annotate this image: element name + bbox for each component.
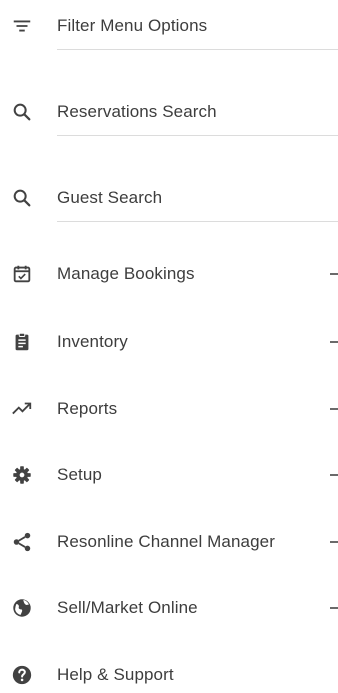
menu-item-label: Resonline Channel Manager bbox=[57, 532, 275, 551]
search-icon bbox=[10, 100, 34, 124]
menu-item-setup[interactable]: Setup bbox=[0, 457, 338, 493]
menu-item-manage-bookings[interactable]: Manage Bookings bbox=[0, 256, 338, 292]
menu-item-inventory[interactable]: Inventory bbox=[0, 324, 338, 360]
filter-menu-label: Filter Menu Options bbox=[57, 16, 208, 35]
share-icon bbox=[10, 530, 34, 554]
expand-icon[interactable] bbox=[330, 408, 338, 410]
calendar-check-icon bbox=[10, 262, 34, 286]
expand-icon[interactable] bbox=[330, 474, 338, 476]
expand-icon[interactable] bbox=[330, 273, 338, 275]
menu-item-channel-manager[interactable]: Resonline Channel Manager bbox=[0, 524, 338, 560]
filter-divider bbox=[57, 49, 338, 50]
expand-icon[interactable] bbox=[330, 341, 338, 343]
guest-search-label: Guest Search bbox=[57, 188, 163, 207]
reservations-search-label: Reservations Search bbox=[57, 102, 217, 121]
guest-search-divider bbox=[57, 221, 338, 222]
help-icon bbox=[10, 663, 34, 687]
expand-icon[interactable] bbox=[330, 541, 338, 543]
menu-item-sell-market-online[interactable]: Sell/Market Online bbox=[0, 590, 338, 626]
globe-icon bbox=[10, 596, 34, 620]
menu-item-reports[interactable]: Reports bbox=[0, 391, 338, 427]
gear-icon bbox=[10, 463, 34, 487]
menu-item-label: Help & Support bbox=[57, 665, 174, 684]
menu-item-label: Manage Bookings bbox=[57, 264, 195, 283]
sidebar-menu: Filter Menu Options Reservations Search … bbox=[0, 0, 338, 685]
reservations-search-divider bbox=[57, 135, 338, 136]
menu-item-label: Sell/Market Online bbox=[57, 598, 198, 617]
expand-icon[interactable] bbox=[330, 607, 338, 609]
search-icon bbox=[10, 186, 34, 210]
menu-item-label: Setup bbox=[57, 465, 102, 484]
filter-icon bbox=[10, 14, 34, 38]
trending-up-icon bbox=[10, 397, 34, 421]
reservations-search-input[interactable]: Reservations Search bbox=[0, 94, 338, 130]
guest-search-input[interactable]: Guest Search bbox=[0, 180, 338, 216]
menu-item-help-support[interactable]: Help & Support bbox=[0, 657, 338, 693]
filter-menu-input[interactable]: Filter Menu Options bbox=[0, 8, 338, 44]
clipboard-icon bbox=[10, 330, 34, 354]
menu-item-label: Reports bbox=[57, 399, 118, 418]
menu-item-label: Inventory bbox=[57, 332, 128, 351]
